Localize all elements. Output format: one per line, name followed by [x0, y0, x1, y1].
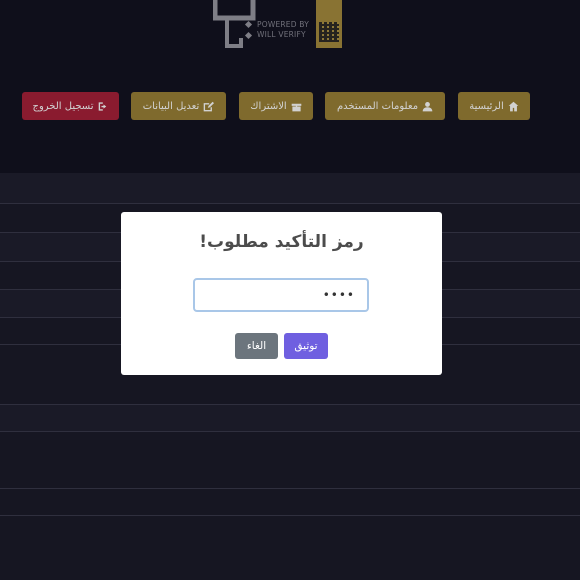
- confirmation-code-dialog: رمز التأكيد مطلوب! توثيق الغاء: [121, 212, 442, 375]
- verify-button[interactable]: توثيق: [284, 333, 328, 359]
- confirmation-code-input[interactable]: [193, 278, 369, 312]
- cancel-button[interactable]: الغاء: [235, 333, 278, 359]
- dialog-title: رمز التأكيد مطلوب!: [199, 232, 364, 252]
